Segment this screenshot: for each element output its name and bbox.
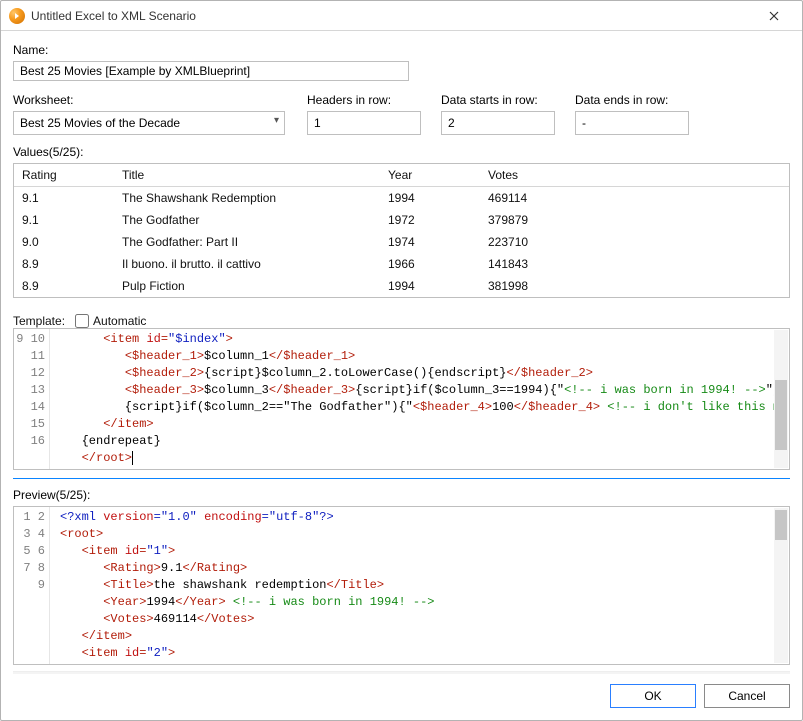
- headers-row-label: Headers in row:: [307, 93, 427, 107]
- cell-title: The Godfather: Part II: [114, 231, 380, 253]
- table-row[interactable]: 9.1The Shawshank Redemption1994469114: [14, 187, 789, 209]
- name-input[interactable]: [13, 61, 409, 81]
- ok-button[interactable]: OK: [610, 684, 696, 708]
- cell-rating: 8.9: [14, 275, 114, 297]
- dialog-window: Untitled Excel to XML Scenario Name: Wor…: [0, 0, 803, 721]
- automatic-label: Automatic: [93, 314, 146, 328]
- data-start-input[interactable]: [441, 111, 555, 135]
- cell-year: 1994: [380, 187, 480, 209]
- table-row[interactable]: 8.9Pulp Fiction1994381998: [14, 275, 789, 297]
- cell-votes: 223710: [480, 231, 789, 253]
- col-votes[interactable]: Votes: [480, 164, 789, 186]
- template-label: Template:: [13, 314, 65, 328]
- titlebar: Untitled Excel to XML Scenario: [1, 1, 802, 31]
- values-label: Values(5/25):: [13, 145, 790, 159]
- cancel-button[interactable]: Cancel: [704, 684, 790, 708]
- name-label: Name:: [13, 43, 790, 57]
- cell-title: The Godfather: [114, 209, 380, 231]
- table-row[interactable]: 9.1The Godfather1972379879: [14, 209, 789, 231]
- splitter-handle[interactable]: ▔▔▔: [13, 470, 790, 476]
- automatic-checkbox[interactable]: [75, 314, 89, 328]
- template-editor[interactable]: 9 10 11 12 13 14 15 16 <item id="$index"…: [13, 328, 790, 470]
- preview-label: Preview(5/25):: [13, 488, 790, 502]
- col-year[interactable]: Year: [380, 164, 480, 186]
- table-row[interactable]: 9.0The Godfather: Part II1974223710: [14, 231, 789, 253]
- col-rating[interactable]: Rating: [14, 164, 114, 186]
- cell-rating: 9.1: [14, 209, 114, 231]
- data-start-label: Data starts in row:: [441, 93, 561, 107]
- cell-votes: 469114: [480, 187, 789, 209]
- table-row[interactable]: 8.9Il buono. il brutto. il cattivo196614…: [14, 253, 789, 275]
- app-icon: [9, 8, 25, 24]
- preview-gutter: 1 2 3 4 5 6 7 8 9: [14, 507, 50, 664]
- close-icon: [769, 11, 779, 21]
- cell-year: 1994: [380, 275, 480, 297]
- cell-title: Pulp Fiction: [114, 275, 380, 297]
- worksheet-select[interactable]: Best 25 Movies of the Decade: [13, 111, 285, 135]
- cell-year: 1972: [380, 209, 480, 231]
- table-header-row: Rating Title Year Votes: [14, 164, 789, 187]
- col-title[interactable]: Title: [114, 164, 380, 186]
- values-table: Rating Title Year Votes 9.1The Shawshank…: [13, 163, 790, 298]
- cell-rating: 9.1: [14, 187, 114, 209]
- cell-votes: 141843: [480, 253, 789, 275]
- worksheet-label: Worksheet:: [13, 93, 293, 107]
- window-title: Untitled Excel to XML Scenario: [31, 9, 754, 23]
- cell-title: Il buono. il brutto. il cattivo: [114, 253, 380, 275]
- data-end-input[interactable]: [575, 111, 689, 135]
- template-gutter: 9 10 11 12 13 14 15 16: [14, 329, 50, 469]
- cell-year: 1974: [380, 231, 480, 253]
- data-end-label: Data ends in row:: [575, 93, 695, 107]
- headers-row-input[interactable]: [307, 111, 421, 135]
- cell-rating: 9.0: [14, 231, 114, 253]
- cell-title: The Shawshank Redemption: [114, 187, 380, 209]
- cell-rating: 8.9: [14, 253, 114, 275]
- preview-viewer[interactable]: 1 2 3 4 5 6 7 8 9 <?xml version="1.0" en…: [13, 506, 790, 665]
- automatic-checkbox-wrap[interactable]: Automatic: [75, 314, 146, 328]
- cell-votes: 379879: [480, 209, 789, 231]
- dialog-buttons: OK Cancel: [1, 674, 802, 720]
- close-button[interactable]: [754, 2, 794, 30]
- template-scrollbar[interactable]: [774, 330, 788, 468]
- cell-year: 1966: [380, 253, 480, 275]
- preview-scrollbar[interactable]: [774, 508, 788, 663]
- cell-votes: 381998: [480, 275, 789, 297]
